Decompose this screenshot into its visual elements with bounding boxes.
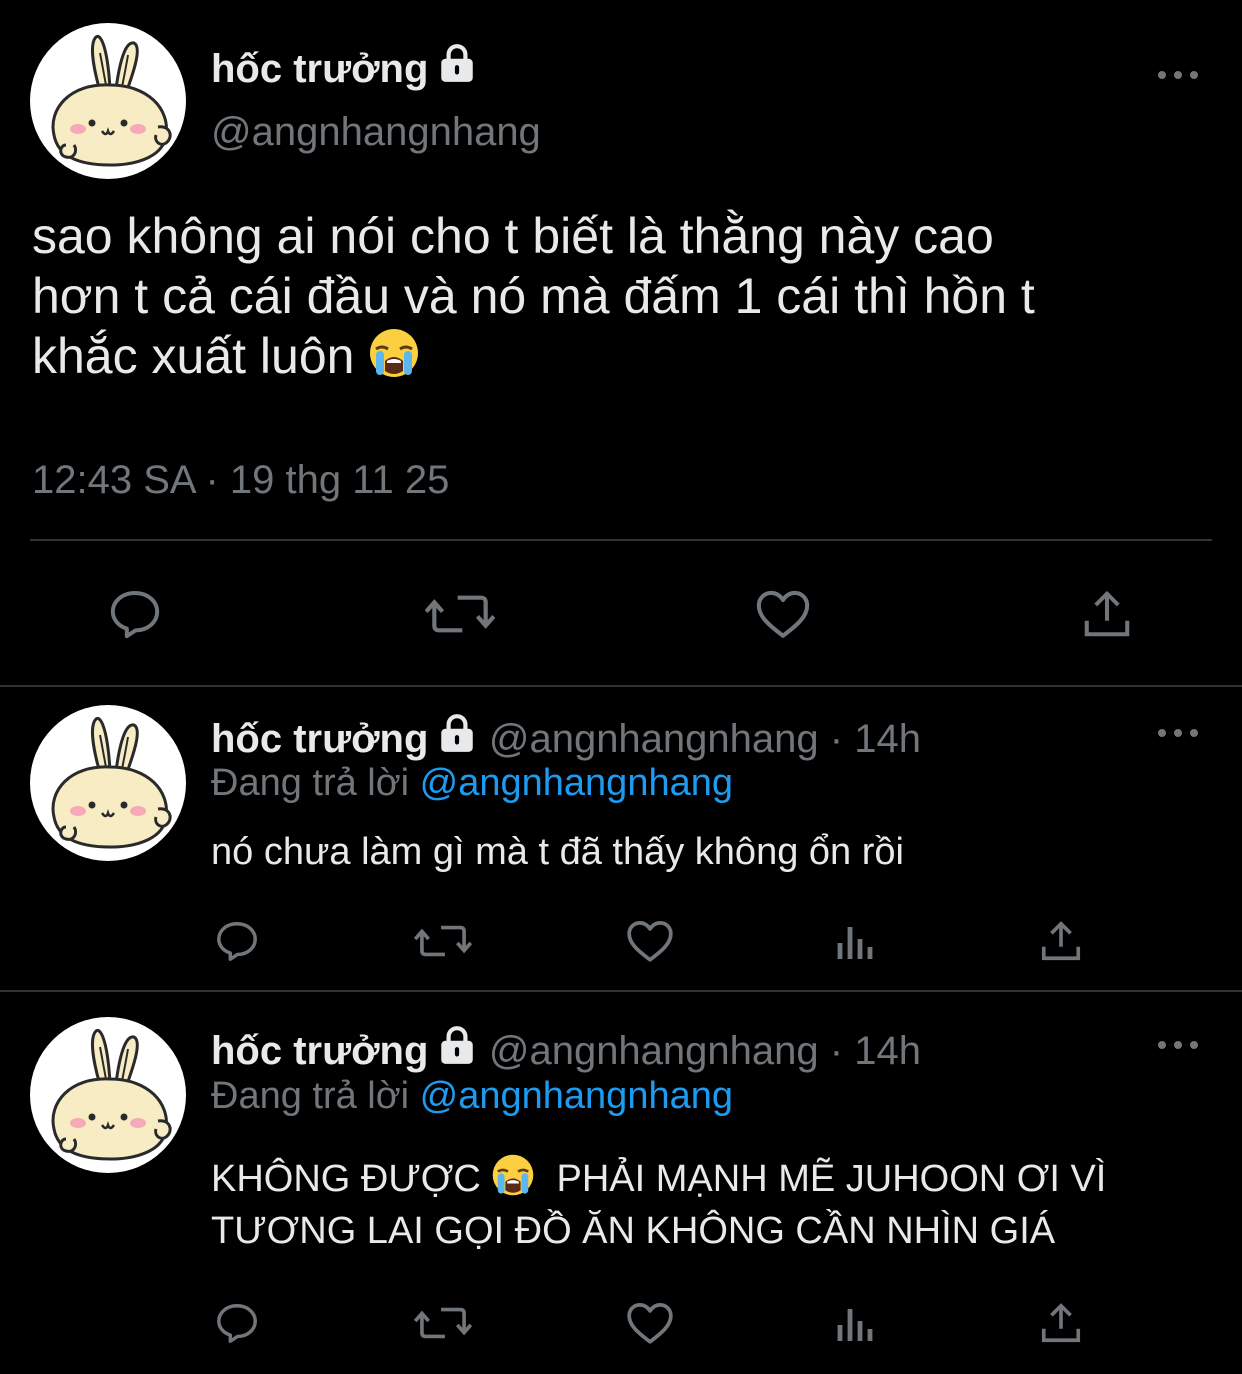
lock-icon	[436, 1024, 478, 1066]
avatar[interactable]	[30, 705, 186, 861]
loudly-crying-face-emoji	[368, 327, 420, 379]
more-icon[interactable]	[1158, 1039, 1198, 1051]
reply-header: hốc trưởng @angnhangnhang · 14h	[211, 712, 921, 762]
reply-text-line: KHÔNG ĐƯỢC PHẢI MẠNH MẼ JUHOON ƠI VÌ	[211, 1153, 1221, 1205]
more-icon[interactable]	[1158, 727, 1198, 739]
bunny-avatar-image	[30, 23, 186, 179]
retweet-icon[interactable]	[424, 585, 496, 643]
tweet-text-line: sao không ai nói cho t biết là thằng này…	[32, 208, 994, 264]
handle[interactable]: @angnhangnhang	[211, 110, 541, 155]
reply-text: KHÔNG ĐƯỢC PHẢI MẠNH MẼ JUHOON ƠI VÌ TƯƠ…	[211, 1153, 1221, 1257]
tweet-timestamp[interactable]: 12:43 SA · 19 thg 11 25	[32, 458, 449, 503]
replying-to: Đang trả lời @angnhangnhang	[211, 762, 733, 804]
display-name-text: hốc trưởng	[211, 47, 429, 91]
display-name[interactable]: hốc trưởng	[211, 1029, 428, 1073]
loudly-crying-face-emoji	[491, 1153, 535, 1197]
analytics-icon[interactable]	[834, 916, 878, 966]
retweet-icon[interactable]	[414, 1298, 472, 1348]
reply-header: hốc trưởng @angnhangnhang · 14h	[211, 1024, 921, 1074]
lock-icon	[436, 712, 478, 754]
tweet-text-line: khắc xuất luôn	[32, 326, 1212, 386]
share-icon[interactable]	[1038, 916, 1084, 966]
more-icon[interactable]	[1158, 69, 1198, 81]
lock-icon	[436, 42, 478, 84]
heart-icon[interactable]	[752, 585, 814, 643]
heart-icon[interactable]	[624, 1298, 676, 1348]
display-name[interactable]: hốc trưởng	[211, 42, 478, 92]
retweet-icon[interactable]	[414, 916, 472, 966]
tweet-text-line: hơn t cả cái đầu và nó mà đấm 1 cái thì …	[32, 268, 1035, 324]
share-icon[interactable]	[1038, 1298, 1084, 1348]
reply-icon[interactable]	[212, 916, 262, 966]
display-name[interactable]: hốc trưởng	[211, 717, 428, 761]
avatar[interactable]	[30, 1017, 186, 1173]
mention-link[interactable]: @angnhangnhang	[420, 1075, 733, 1117]
reply-text: nó chưa làm gì mà t đã thấy không ổn rồi	[211, 831, 904, 873]
bunny-avatar-image	[30, 1017, 186, 1173]
divider	[0, 990, 1242, 992]
heart-icon[interactable]	[624, 916, 676, 966]
handle-time[interactable]: @angnhangnhang · 14h	[489, 1029, 921, 1073]
divider	[0, 685, 1242, 687]
mention-link[interactable]: @angnhangnhang	[420, 762, 733, 804]
tweet-text: sao không ai nói cho t biết là thằng này…	[32, 206, 1212, 386]
divider	[30, 539, 1212, 541]
handle-time[interactable]: @angnhangnhang · 14h	[489, 717, 921, 761]
replying-to: Đang trả lời @angnhangnhang	[211, 1075, 733, 1117]
avatar[interactable]	[30, 23, 186, 179]
reply-icon[interactable]	[212, 1298, 262, 1348]
reply-icon[interactable]	[104, 585, 166, 643]
analytics-icon[interactable]	[834, 1298, 878, 1348]
bunny-avatar-image	[30, 705, 186, 861]
reply-text-line: TƯƠNG LAI GỌI ĐỒ ĂN KHÔNG CẦN NHÌN GIÁ	[211, 1210, 1056, 1252]
share-icon[interactable]	[1078, 585, 1136, 643]
